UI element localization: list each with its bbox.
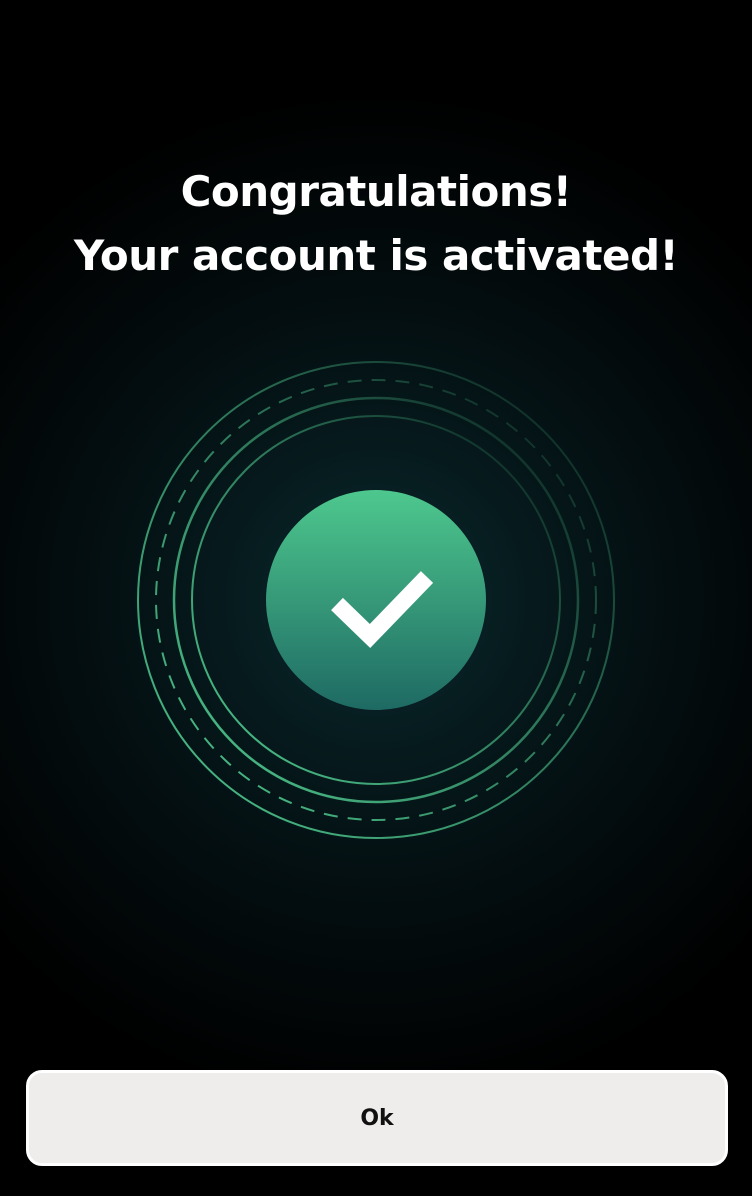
title-line-congratulations: Congratulations! <box>180 167 572 216</box>
success-title: Congratulations! Your account is activat… <box>0 160 752 288</box>
activation-screen: Congratulations! Your account is activat… <box>0 0 752 1196</box>
success-badge <box>126 350 626 850</box>
title-line-account-activated: Your account is activated! <box>73 231 679 280</box>
success-circle <box>266 490 486 710</box>
success-illustration <box>137 361 615 839</box>
ok-button[interactable]: Ok <box>26 1070 728 1166</box>
